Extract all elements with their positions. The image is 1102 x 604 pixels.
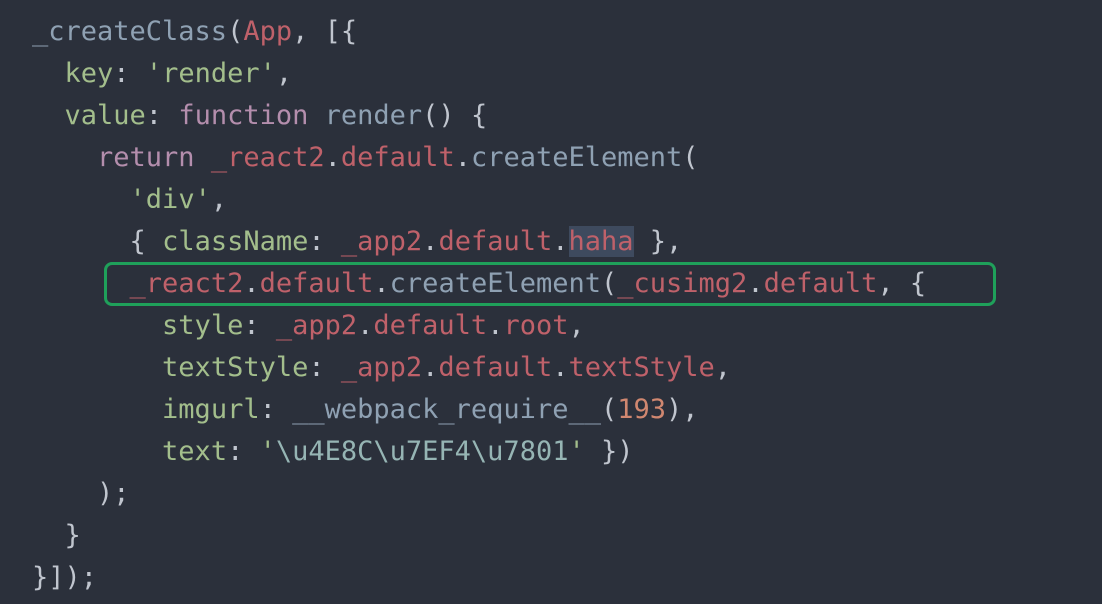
punctuation: () { bbox=[422, 100, 488, 131]
punctuation: : bbox=[113, 58, 146, 89]
punctuation: : bbox=[145, 100, 179, 131]
property-key: key bbox=[64, 58, 114, 89]
property-key: imgurl bbox=[162, 394, 260, 425]
punctuation: ( bbox=[600, 394, 618, 425]
property-key: style bbox=[162, 310, 244, 341]
identifier: _app2 bbox=[275, 310, 358, 341]
punctuation: : bbox=[308, 226, 341, 257]
punctuation: . bbox=[422, 226, 439, 257]
punctuation: : bbox=[243, 310, 276, 341]
string-literal: 'render' bbox=[145, 58, 276, 89]
punctuation: , bbox=[275, 58, 293, 89]
number-literal: 193 bbox=[617, 394, 667, 425]
code-editor[interactable]: _createClass(App, [{ key: 'render', valu… bbox=[0, 0, 1102, 604]
identifier: _app2 bbox=[340, 226, 423, 257]
selected-word-highlight[interactable]: haha bbox=[568, 226, 634, 257]
punctuation: ); bbox=[97, 478, 130, 509]
punctuation: , [{ bbox=[292, 16, 358, 47]
identifier: default bbox=[438, 352, 553, 383]
function-name: render bbox=[324, 100, 423, 131]
code-line-11: text: '\u4E8C\u7EF4\u7801' }) bbox=[32, 433, 634, 471]
punctuation: ), bbox=[666, 394, 699, 425]
punctuation: . bbox=[487, 310, 504, 341]
punctuation: ( bbox=[227, 16, 244, 47]
string-quote: ' bbox=[568, 436, 585, 467]
function-name: _createClass bbox=[32, 16, 228, 47]
punctuation: : bbox=[308, 352, 341, 383]
identifier: default bbox=[340, 142, 455, 173]
string-quote: ' bbox=[259, 436, 276, 467]
punctuation: }) bbox=[584, 436, 634, 467]
identifier: default bbox=[373, 310, 488, 341]
code-line-2: key: 'render', bbox=[32, 55, 293, 93]
property-key: value bbox=[64, 100, 146, 131]
code-line-3: value: function render() { bbox=[32, 97, 488, 135]
code-line-5: 'div', bbox=[32, 181, 228, 219]
punctuation: . bbox=[357, 310, 374, 341]
code-line-9: textStyle: _app2.default.textStyle, bbox=[32, 349, 731, 387]
punctuation: } bbox=[64, 520, 81, 551]
punctuation: , bbox=[210, 184, 228, 215]
code-line-6: { className: _app2.default.haha }, bbox=[32, 223, 682, 261]
keyword: function bbox=[178, 100, 309, 131]
code-line-1: _createClass(App, [{ bbox=[32, 13, 357, 51]
code-line-8: style: _app2.default.root, bbox=[32, 307, 585, 345]
punctuation: . bbox=[324, 142, 341, 173]
punctuation: , bbox=[568, 310, 585, 341]
punctuation: : bbox=[259, 394, 293, 425]
punctuation: . bbox=[422, 352, 439, 383]
punctuation: : bbox=[227, 436, 260, 467]
punctuation: ( bbox=[682, 142, 699, 173]
code-line-13: } bbox=[32, 517, 81, 555]
identifier: _app2 bbox=[340, 352, 423, 383]
punctuation: , bbox=[714, 352, 732, 383]
identifier: root bbox=[503, 310, 569, 341]
keyword: return bbox=[97, 142, 195, 173]
identifier: textStyle bbox=[568, 352, 715, 383]
identifier: default bbox=[438, 226, 553, 257]
escape-sequence: \u4E8C\u7EF4\u7801 bbox=[275, 436, 569, 467]
property-key: className bbox=[162, 226, 309, 257]
green-highlight-box bbox=[104, 262, 996, 306]
punctuation: { bbox=[129, 226, 163, 257]
punctuation: . bbox=[454, 142, 471, 173]
identifier: _react2 bbox=[210, 142, 325, 173]
code-line-12: ); bbox=[32, 475, 130, 513]
identifier: App bbox=[243, 16, 293, 47]
code-line-14: }]); bbox=[32, 559, 97, 597]
code-line-4: return _react2.default.createElement( bbox=[32, 139, 699, 177]
string-literal: 'div' bbox=[129, 184, 211, 215]
punctuation: . bbox=[552, 352, 569, 383]
punctuation: }, bbox=[633, 226, 683, 257]
function-name: __webpack_require__ bbox=[292, 394, 601, 425]
punctuation: . bbox=[552, 226, 569, 257]
property-key: text bbox=[162, 436, 228, 467]
code-line-10: imgurl: __webpack_require__(193), bbox=[32, 391, 699, 429]
function-name: createElement bbox=[470, 142, 683, 173]
property-key: textStyle bbox=[162, 352, 309, 383]
punctuation: }]); bbox=[32, 562, 98, 593]
